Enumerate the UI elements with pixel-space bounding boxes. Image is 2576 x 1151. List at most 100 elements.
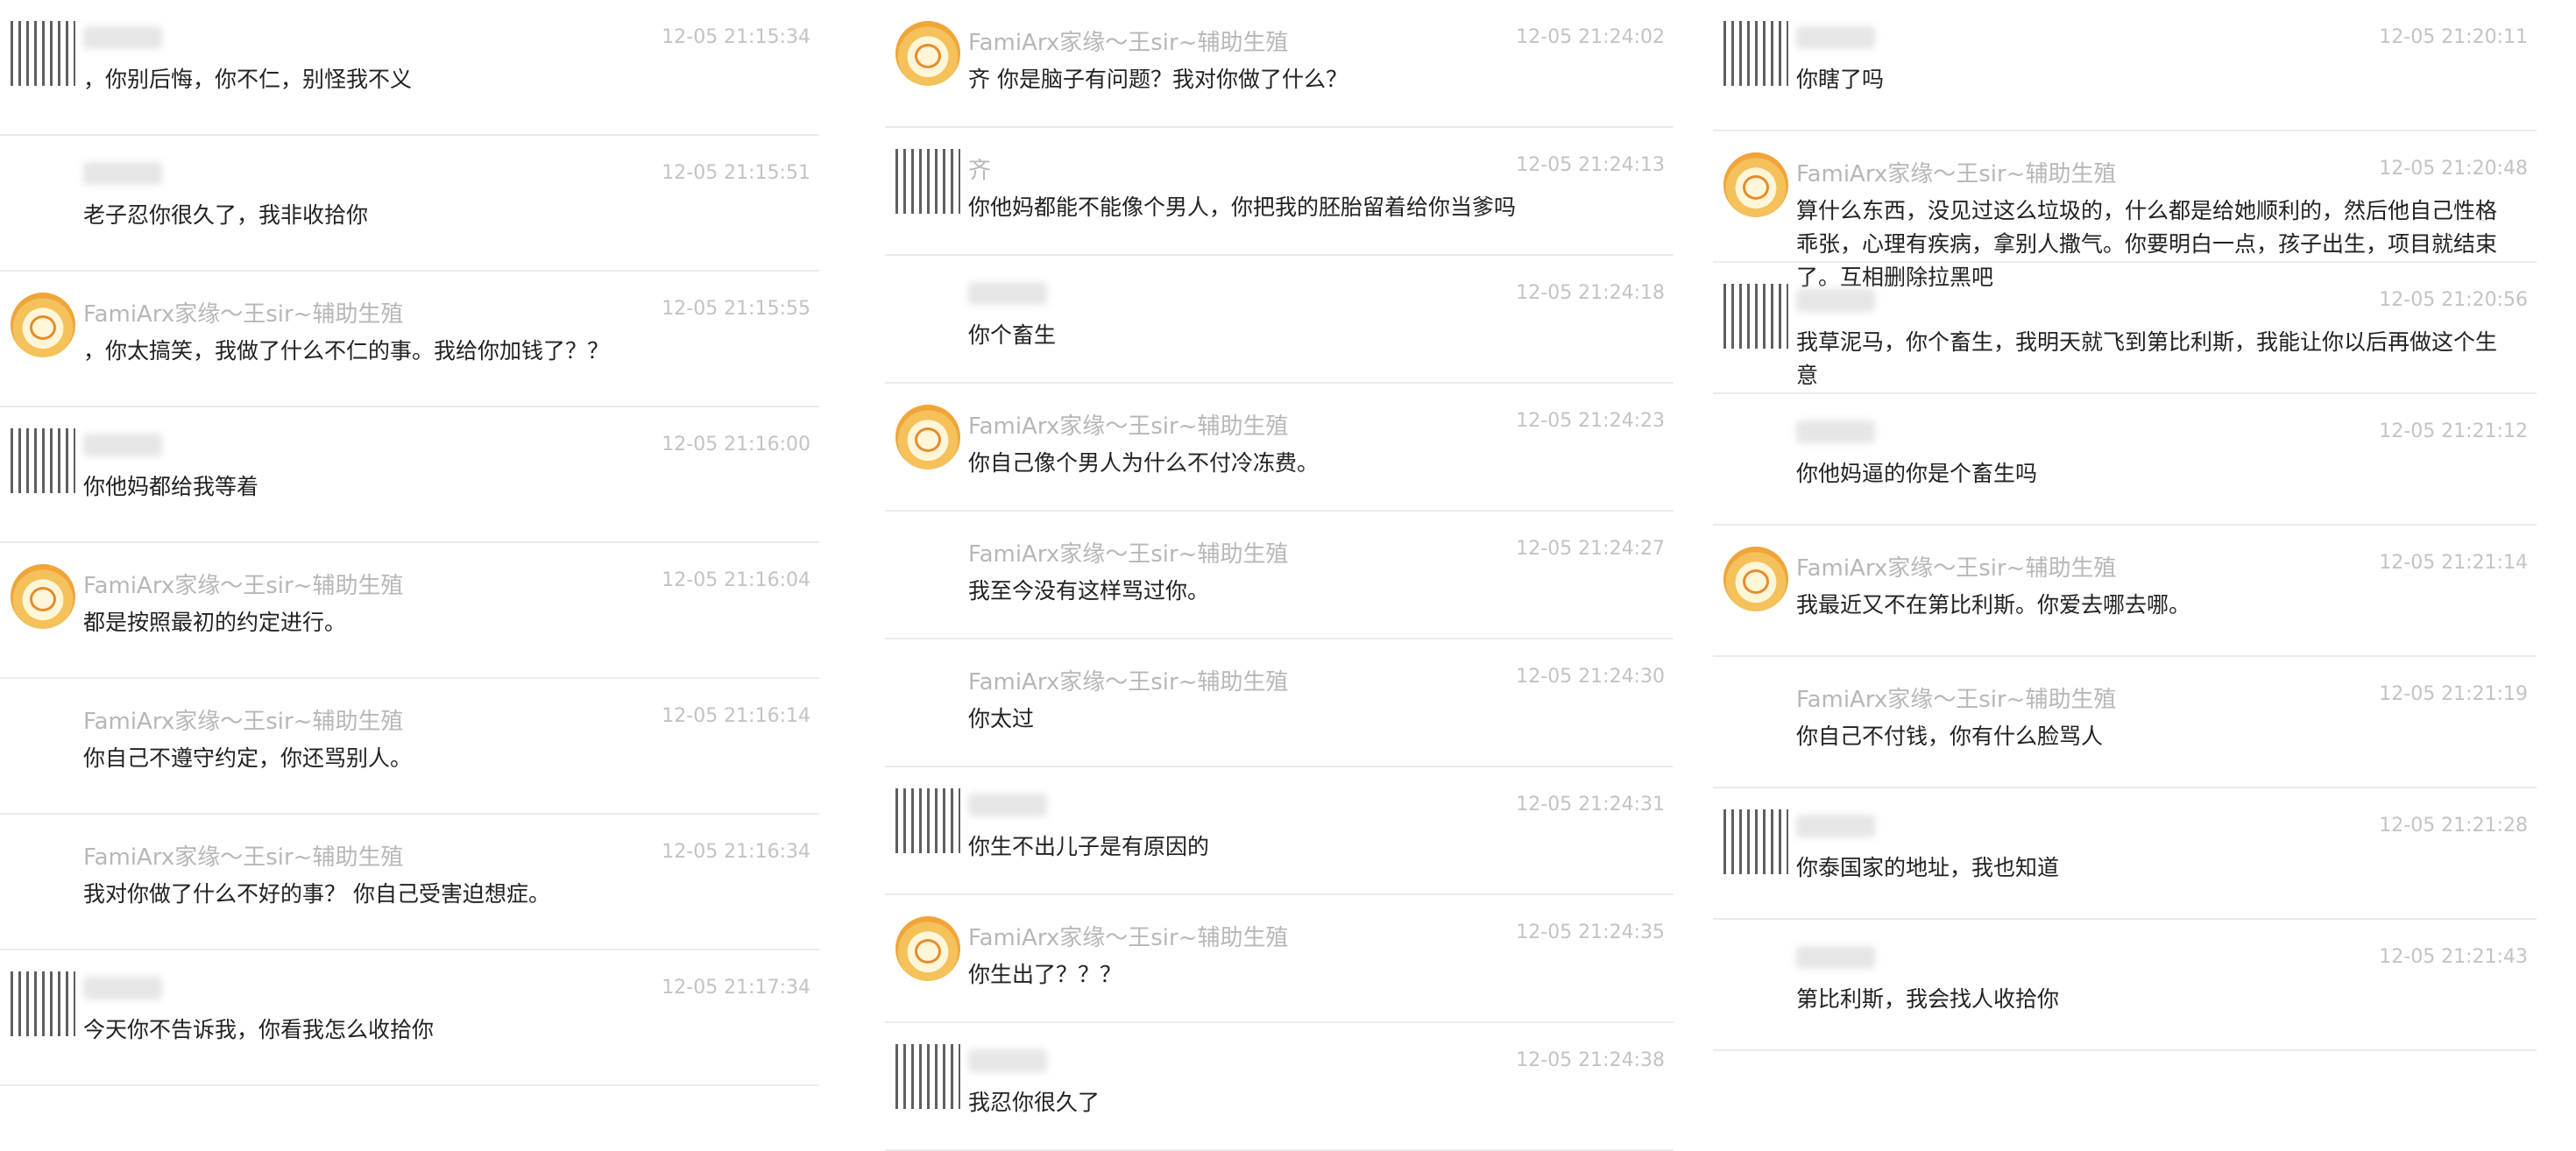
chat-message[interactable]: FamiArx家缘～王sir~辅助生殖 12-05 21:21:19 你自己不付钱，…: [1713, 657, 2537, 788]
chat-message[interactable]: 12-05 21:24:18 你个畜生: [885, 256, 1674, 384]
default-avatar-icon[interactable]: [11, 293, 75, 357]
chat-message[interactable]: 12-05 21:21:12 你他妈逼的你是个畜生吗: [1713, 394, 2537, 526]
default-avatar-icon[interactable]: [895, 21, 960, 86]
message-timestamp: 12-05 21:24:13: [1516, 154, 1665, 176]
message-text: 第比利斯，我会找人收拾你: [1796, 986, 2060, 1012]
chat-message[interactable]: 12-05 21:20:11 你瞎了吗: [1713, 0, 2537, 131]
message-text: 你太过: [968, 706, 1035, 731]
default-avatar-icon[interactable]: [1723, 547, 1788, 611]
message-timestamp: 12-05 21:16:34: [662, 841, 810, 863]
sender-name: FamiArx家缘～王sir~辅助生殖: [83, 301, 404, 328]
message-timestamp: 12-05 21:21:43: [2379, 946, 2528, 968]
blurred-avatar[interactable]: [895, 149, 960, 214]
message-text: 你瞎了吗: [1796, 67, 1885, 92]
redacted-sender-name: [83, 162, 162, 185]
chat-message[interactable]: FamiArx家缘～王sir~辅助生殖 12-05 21:24:23 你自己像个男人…: [885, 384, 1674, 512]
blurred-avatar[interactable]: [895, 788, 960, 853]
sender-name: FamiArx家缘～王sir~辅助生殖: [83, 844, 404, 871]
message-text: 我对你做了什么不好的事？ 你自己受害迫想症。: [83, 881, 550, 907]
message-timestamp: 12-05 21:24:18: [1516, 282, 1665, 304]
chat-message[interactable]: 12-05 21:24:38 我忍你很久了: [885, 1023, 1674, 1151]
message-timestamp: 12-05 21:20:48: [2379, 158, 2528, 180]
message-timestamp: 12-05 21:21:12: [2379, 420, 2528, 442]
redacted-sender-name: [968, 282, 1047, 305]
sender-name: FamiArx家缘～王sir~辅助生殖: [968, 541, 1289, 568]
sender-name: FamiArx家缘～王sir~辅助生殖: [1796, 161, 2117, 187]
chat-message[interactable]: FamiArx家缘～王sir~辅助生殖 12-05 21:20:48 算什么东西，没…: [1713, 131, 2537, 290]
message-text: 今天你不告诉我，你看我怎么收拾你: [83, 1017, 435, 1042]
redacted-sender-name: [968, 794, 1047, 816]
sender-name: FamiArx家缘～王sir~辅助生殖: [83, 573, 404, 599]
blurred-avatar[interactable]: [1723, 284, 1788, 349]
message-text: 我草泥马，你个畜生，我明天就飞到第比利斯，我能让你以后再做这个生意: [1796, 329, 2498, 388]
message-timestamp: 12-05 21:16:04: [662, 569, 810, 591]
message-text: 你个畜生: [968, 322, 1057, 348]
redacted-sender-name: [83, 977, 162, 999]
default-avatar-icon[interactable]: [895, 916, 960, 981]
blurred-avatar[interactable]: [11, 428, 75, 493]
message-text: 你自己像个男人为什么不付冷冻费。: [968, 450, 1320, 476]
message-text: 你他妈都给我等着: [83, 474, 259, 499]
blurred-avatar[interactable]: [11, 21, 75, 86]
message-timestamp: 12-05 21:17:34: [662, 977, 810, 999]
blurred-avatar[interactable]: [1723, 809, 1788, 874]
message-timestamp: 12-05 21:21:14: [2379, 552, 2528, 574]
chat-message[interactable]: FamiArx家缘～王sir~辅助生殖 12-05 21:24:30 你太过: [885, 639, 1674, 767]
chat-column-right: 12-05 21:20:11 你瞎了吗 FamiArx家缘～王sir~辅助生殖 12-…: [1713, 0, 2537, 1121]
chat-message[interactable]: FamiArx家缘～王sir~辅助生殖 12-05 21:24:35 你生出了？？？: [885, 895, 1674, 1023]
chat-message[interactable]: FamiArx家缘～王sir~辅助生殖 12-05 21:16:34 我对你做了什么…: [0, 815, 819, 950]
chat-message[interactable]: 12-05 21:17:34 今天你不告诉我，你看我怎么收拾你: [0, 950, 819, 1086]
message-text: ，你太搞笑，我做了什么不仁的事。我给你加钱了？？: [83, 338, 610, 364]
default-avatar-icon[interactable]: [895, 405, 960, 470]
sender-name: FamiArx家缘～王sir~辅助生殖: [968, 669, 1289, 696]
blurred-avatar[interactable]: [895, 1044, 960, 1109]
sender-name: FamiArx家缘～王sir~辅助生殖: [83, 709, 404, 735]
default-avatar-icon[interactable]: [1723, 152, 1788, 217]
message-timestamp: 12-05 21:15:34: [662, 26, 810, 48]
message-timestamp: 12-05 21:24:02: [1516, 26, 1665, 48]
chat-message[interactable]: 12-05 21:24:31 你生不出儿子是有原因的: [885, 767, 1674, 895]
message-timestamp: 12-05 21:24:27: [1516, 538, 1665, 560]
redacted-sender-name: [1796, 946, 1875, 969]
message-text: 你生不出儿子是有原因的: [968, 834, 1210, 859]
message-text: 你他妈逼的你是个畜生吗: [1796, 461, 2038, 486]
message-timestamp: 12-05 21:15:51: [662, 162, 810, 184]
message-text: 我最近又不在第比利斯。你爱去哪去哪。: [1796, 592, 2191, 618]
redacted-sender-name: [83, 26, 162, 49]
message-text: 齐 你是脑子有问题？我对你做了什么？: [968, 67, 1348, 92]
blurred-avatar[interactable]: [11, 971, 75, 1036]
blurred-avatar[interactable]: [1723, 21, 1788, 86]
chat-message[interactable]: FamiArx家缘～王sir~辅助生殖 12-05 21:16:04 都是按照最初的…: [0, 543, 819, 679]
redacted-sender-name: [968, 1049, 1047, 1072]
chat-message[interactable]: 12-05 21:16:00 你他妈都给我等着: [0, 407, 819, 543]
message-timestamp: 12-05 21:20:11: [2379, 26, 2528, 48]
chat-message[interactable]: FamiArx家缘～王sir~辅助生殖 12-05 21:24:02 齐 你是脑子有…: [885, 0, 1674, 128]
message-timestamp: 12-05 21:21:19: [2379, 683, 2528, 705]
message-text: 我至今没有这样骂过你。: [968, 578, 1210, 604]
message-text: 你自己不遵守约定，你还骂别人。: [83, 745, 413, 771]
message-text: 都是按照最初的约定进行。: [83, 610, 347, 635]
chat-column-middle: FamiArx家缘～王sir~辅助生殖 12-05 21:24:02 齐 你是脑子有…: [885, 0, 1674, 1151]
chat-message[interactable]: 12-05 21:15:51 老子忍你很久了，我非收拾你: [0, 136, 819, 272]
message-timestamp: 12-05 21:20:56: [2379, 289, 2528, 311]
sender-name: FamiArx家缘～王sir~辅助生殖: [1796, 555, 2117, 582]
sender-name: FamiArx家缘～王sir~辅助生殖: [1796, 687, 2117, 713]
chat-message[interactable]: 12-05 21:21:43 第比利斯，我会找人收拾你: [1713, 920, 2537, 1051]
redacted-sender-name: [1796, 26, 1875, 49]
chat-message[interactable]: 12-05 21:15:34 ，你别后悔，你不仁，别怪我不义: [0, 0, 819, 136]
message-text: 老子忍你很久了，我非收拾你: [83, 202, 369, 228]
message-timestamp: 12-05 21:24:31: [1516, 794, 1665, 816]
chat-message[interactable]: 齐 12-05 21:24:13 你他妈都能不能像个男人，你把我的胚胎留着给你当爹吗: [885, 128, 1674, 256]
message-text: 我忍你很久了: [968, 1090, 1100, 1115]
message-timestamp: 12-05 21:24:38: [1516, 1049, 1665, 1071]
message-timestamp: 12-05 21:24:30: [1516, 666, 1665, 688]
default-avatar-icon[interactable]: [11, 564, 75, 629]
message-timestamp: 12-05 21:21:28: [2379, 815, 2528, 837]
chat-message[interactable]: FamiArx家缘～王sir~辅助生殖 12-05 21:21:14 我最近又不在第…: [1713, 526, 2537, 657]
message-timestamp: 12-05 21:15:55: [662, 298, 810, 320]
chat-message[interactable]: FamiArx家缘～王sir~辅助生殖 12-05 21:24:27 我至今没有这样…: [885, 512, 1674, 639]
chat-message[interactable]: FamiArx家缘～王sir~辅助生殖 12-05 21:16:14 你自己不遵守约…: [0, 679, 819, 815]
chat-message[interactable]: 12-05 21:20:56 我草泥马，你个畜生，我明天就飞到第比利斯，我能让你以…: [1713, 263, 2537, 394]
chat-message[interactable]: FamiArx家缘～王sir~辅助生殖 12-05 21:15:55 ，你太搞笑，我…: [0, 272, 819, 407]
chat-message[interactable]: 12-05 21:21:28 你泰国家的地址，我也知道: [1713, 788, 2537, 920]
